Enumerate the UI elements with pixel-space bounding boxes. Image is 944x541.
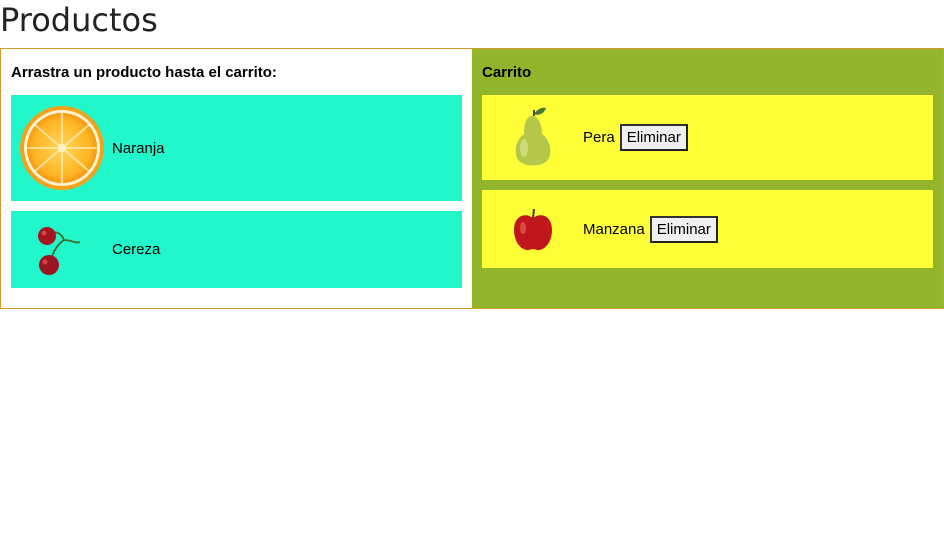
page-title: Productos	[0, 1, 158, 39]
cart-item-label: Pera	[583, 129, 615, 146]
products-panel: Arrastra un producto hasta el carrito: N…	[1, 49, 472, 308]
cart-heading: Carrito	[482, 64, 532, 81]
cart-item-label: Manzana	[583, 220, 645, 238]
product-label: Cereza	[112, 241, 161, 258]
remove-pera-button[interactable]: Eliminar	[619, 124, 688, 151]
apple-icon	[482, 190, 583, 268]
pear-icon	[482, 95, 583, 180]
product-label: Naranja	[112, 139, 165, 157]
orange-icon	[11, 95, 112, 201]
cherry-icon	[11, 211, 112, 288]
products-heading: Arrastra un producto hasta el carrito:	[11, 64, 277, 81]
cart-item-manzana: Manzana Eliminar	[482, 190, 933, 268]
product-card-cereza[interactable]: Cereza	[11, 211, 462, 288]
cart-item-pera: Pera Eliminar	[482, 95, 933, 180]
product-card-naranja[interactable]: Naranja	[11, 95, 462, 201]
remove-manzana-button[interactable]: Eliminar	[649, 215, 718, 243]
cart-panel[interactable]: Carrito Pera Eliminar Manzana Eliminar	[472, 49, 943, 308]
shop-container: Arrastra un producto hasta el carrito: N…	[0, 48, 944, 309]
